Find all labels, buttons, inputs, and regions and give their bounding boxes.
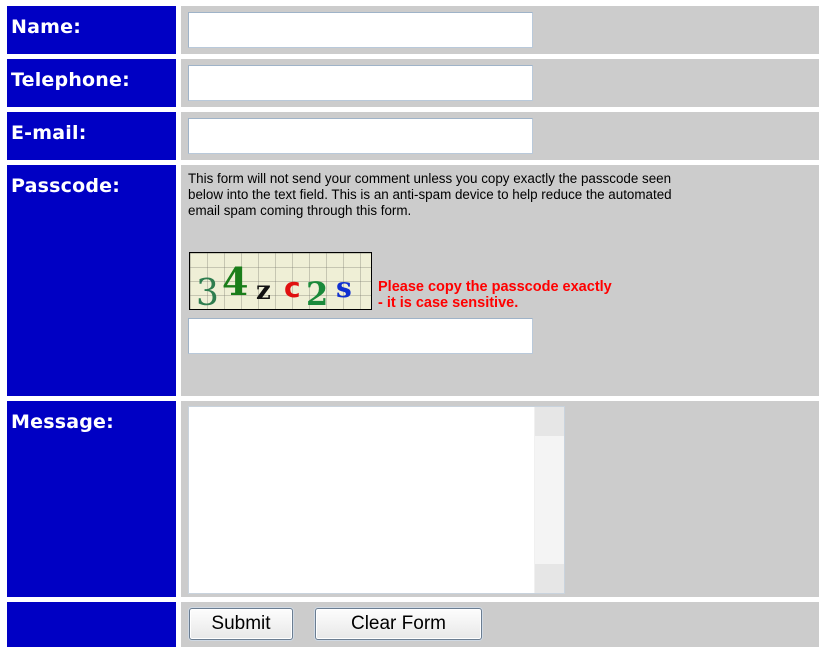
note-line: Please copy the passcode exactly: [378, 279, 612, 295]
message-label: Message:: [7, 401, 176, 597]
instruction-line: below into the text field. This is an an…: [188, 187, 672, 202]
telephone-row: Telephone:: [7, 59, 819, 107]
captcha-char: s: [336, 271, 352, 304]
captcha-char: c: [284, 271, 301, 304]
submit-button[interactable]: Submit: [189, 608, 293, 640]
telephone-cell: [181, 59, 819, 107]
passcode-label: Passcode:: [7, 165, 176, 396]
email-label: E-mail:: [7, 112, 176, 160]
scroll-up-button[interactable]: [535, 407, 564, 436]
clear-form-button[interactable]: Clear Form: [315, 608, 482, 640]
name-row: Name:: [7, 6, 819, 54]
email-row: E-mail:: [7, 112, 819, 160]
buttons-label-spacer: [7, 602, 176, 647]
captcha-char: 2: [306, 275, 328, 310]
scroll-down-button[interactable]: [535, 564, 564, 593]
captcha-image: 3 4 z c 2 s: [189, 252, 372, 310]
instruction-line: email spam coming through this form.: [188, 203, 412, 218]
name-cell: [181, 6, 819, 54]
message-textarea[interactable]: [188, 406, 565, 594]
message-row: Message:: [7, 401, 819, 597]
message-cell: [181, 401, 819, 597]
passcode-note: Please copy the passcode exactly - it is…: [378, 279, 612, 311]
telephone-label: Telephone:: [7, 59, 176, 107]
name-label: Name:: [7, 6, 176, 54]
captcha-char: 3: [196, 273, 219, 310]
passcode-row: Passcode: This form will not send your c…: [7, 165, 819, 396]
captcha-glyphs: 3 4 z c 2 s: [196, 259, 352, 310]
note-line: - it is case sensitive.: [378, 295, 519, 311]
passcode-input[interactable]: [188, 318, 533, 354]
captcha-char: 4: [222, 259, 248, 304]
textarea-scrollbar[interactable]: [534, 407, 564, 593]
instruction-line: This form will not send your comment unl…: [188, 171, 672, 186]
email-cell: [181, 112, 819, 160]
email-input[interactable]: [188, 118, 533, 154]
captcha-char: z: [256, 276, 271, 306]
buttons-row: Submit Clear Form: [7, 602, 819, 647]
passcode-cell: This form will not send your comment unl…: [181, 165, 819, 396]
passcode-instructions: This form will not send your comment unl…: [188, 171, 819, 219]
name-input[interactable]: [188, 12, 533, 48]
buttons-cell: Submit Clear Form: [181, 602, 819, 647]
telephone-input[interactable]: [188, 65, 533, 101]
